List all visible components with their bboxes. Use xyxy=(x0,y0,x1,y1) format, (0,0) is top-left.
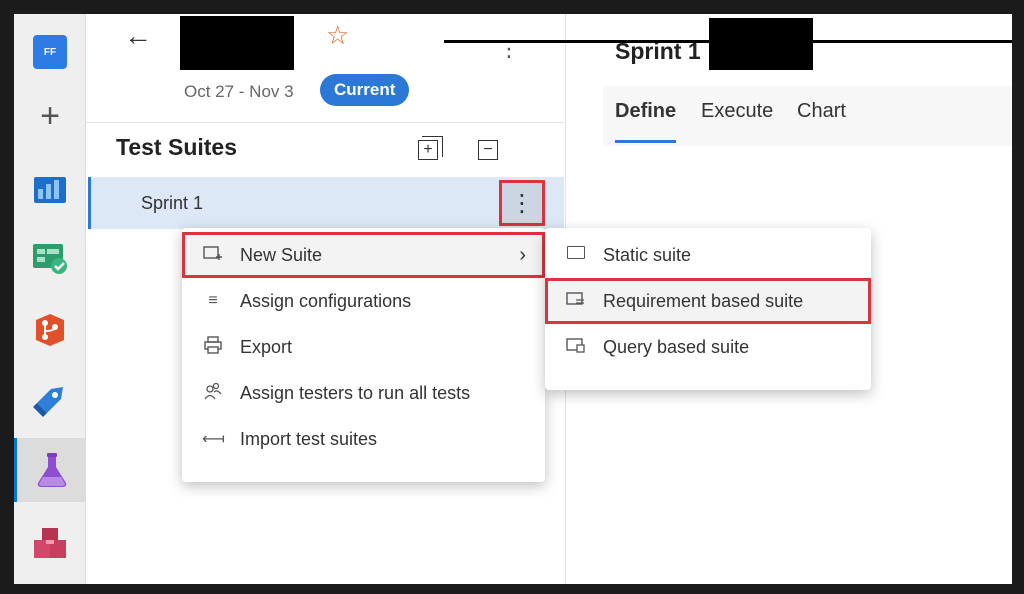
submenu-item-static-suite[interactable]: Static suite xyxy=(545,232,871,278)
tab-execute[interactable]: Execute xyxy=(701,100,773,123)
submenu-item-requirement-based-suite[interactable]: Requirement based suite xyxy=(545,278,871,324)
redacted-suite-detail xyxy=(709,18,813,70)
favorite-star-icon[interactable]: ☆ xyxy=(326,22,349,48)
printer-icon xyxy=(202,335,224,359)
current-badge: Current xyxy=(320,74,410,106)
expand-all-icon[interactable]: + xyxy=(418,136,443,160)
test-suites-title: Test Suites xyxy=(116,134,237,160)
suite-more-options-icon[interactable]: ⋮ xyxy=(499,180,545,226)
rail-test-plans[interactable] xyxy=(28,236,72,280)
menu-item-assign-testers[interactable]: Assign testers to run all tests xyxy=(182,370,545,416)
rail-test-plans-active[interactable] xyxy=(14,438,86,502)
boards-icon xyxy=(34,177,66,203)
annotation-line xyxy=(812,40,1012,43)
suite-context-menu: New Suite › ≡ Assign configurations Expo… xyxy=(182,228,545,482)
rail-pipelines[interactable] xyxy=(28,378,72,422)
menu-item-import-test-suites[interactable]: ⟻ Import test suites xyxy=(182,416,545,462)
org-badge-icon: FF xyxy=(33,35,67,69)
pipelines-icon xyxy=(33,387,63,417)
submenu-item-label: Requirement based suite xyxy=(603,290,804,311)
back-arrow-icon[interactable]: ← xyxy=(124,22,152,50)
menu-item-label: New Suite xyxy=(240,244,323,265)
app-window: FF + ← ☆ ⋮ Oct 27 - Nov 3 Current Test S… xyxy=(14,14,1012,584)
new-suite-icon xyxy=(202,245,224,266)
redacted-plan-name xyxy=(180,16,294,70)
repos-icon xyxy=(36,314,64,346)
people-icon xyxy=(202,382,224,405)
product-rail: FF + xyxy=(14,14,86,584)
tab-define[interactable]: Define xyxy=(615,100,677,143)
menu-item-label: Import test suites xyxy=(240,428,378,449)
menu-item-export[interactable]: Export xyxy=(182,324,545,370)
create-button[interactable]: + xyxy=(28,94,72,138)
tab-bar: Define Execute Chart xyxy=(603,86,1012,146)
new-suite-submenu: Static suite Requirement based suite Que… xyxy=(545,228,871,390)
suite-row-sprint-1[interactable]: Sprint 1 ⋮ xyxy=(88,177,564,229)
menu-item-new-suite[interactable]: New Suite › xyxy=(182,232,545,278)
query-folder-icon xyxy=(565,337,587,358)
submenu-item-query-based-suite[interactable]: Query based suite xyxy=(545,324,871,370)
import-arrow-icon: ⟻ xyxy=(202,431,225,448)
test-flask-icon xyxy=(37,453,66,487)
test-plans-check-icon xyxy=(33,244,67,274)
menu-item-label: Export xyxy=(240,336,293,357)
menu-item-assign-configurations[interactable]: ≡ Assign configurations xyxy=(182,278,545,324)
chevron-right-icon: › xyxy=(519,243,526,266)
org-button[interactable]: FF xyxy=(28,30,72,74)
menu-item-label: Assign testers to run all tests xyxy=(240,382,471,403)
suite-label: Sprint 1 xyxy=(141,193,204,213)
submenu-item-label: Static suite xyxy=(603,244,692,265)
submenu-item-label: Query based suite xyxy=(603,336,750,357)
plus-icon: + xyxy=(40,97,60,135)
collapse-all-icon[interactable]: − xyxy=(478,140,498,160)
annotation-line xyxy=(444,40,710,43)
requirement-folder-icon xyxy=(565,291,587,312)
rail-artifacts[interactable] xyxy=(28,522,72,566)
iteration-dates: Oct 27 - Nov 3 xyxy=(184,82,294,101)
artifacts-icon xyxy=(34,528,66,558)
menu-item-label: Assign configurations xyxy=(240,290,412,311)
folder-icon xyxy=(565,246,587,264)
divider xyxy=(86,122,566,123)
tab-chart[interactable]: Chart xyxy=(797,100,846,123)
rail-boards[interactable] xyxy=(28,166,72,210)
rail-repos[interactable] xyxy=(28,308,72,352)
list-icon: ≡ xyxy=(208,292,218,309)
